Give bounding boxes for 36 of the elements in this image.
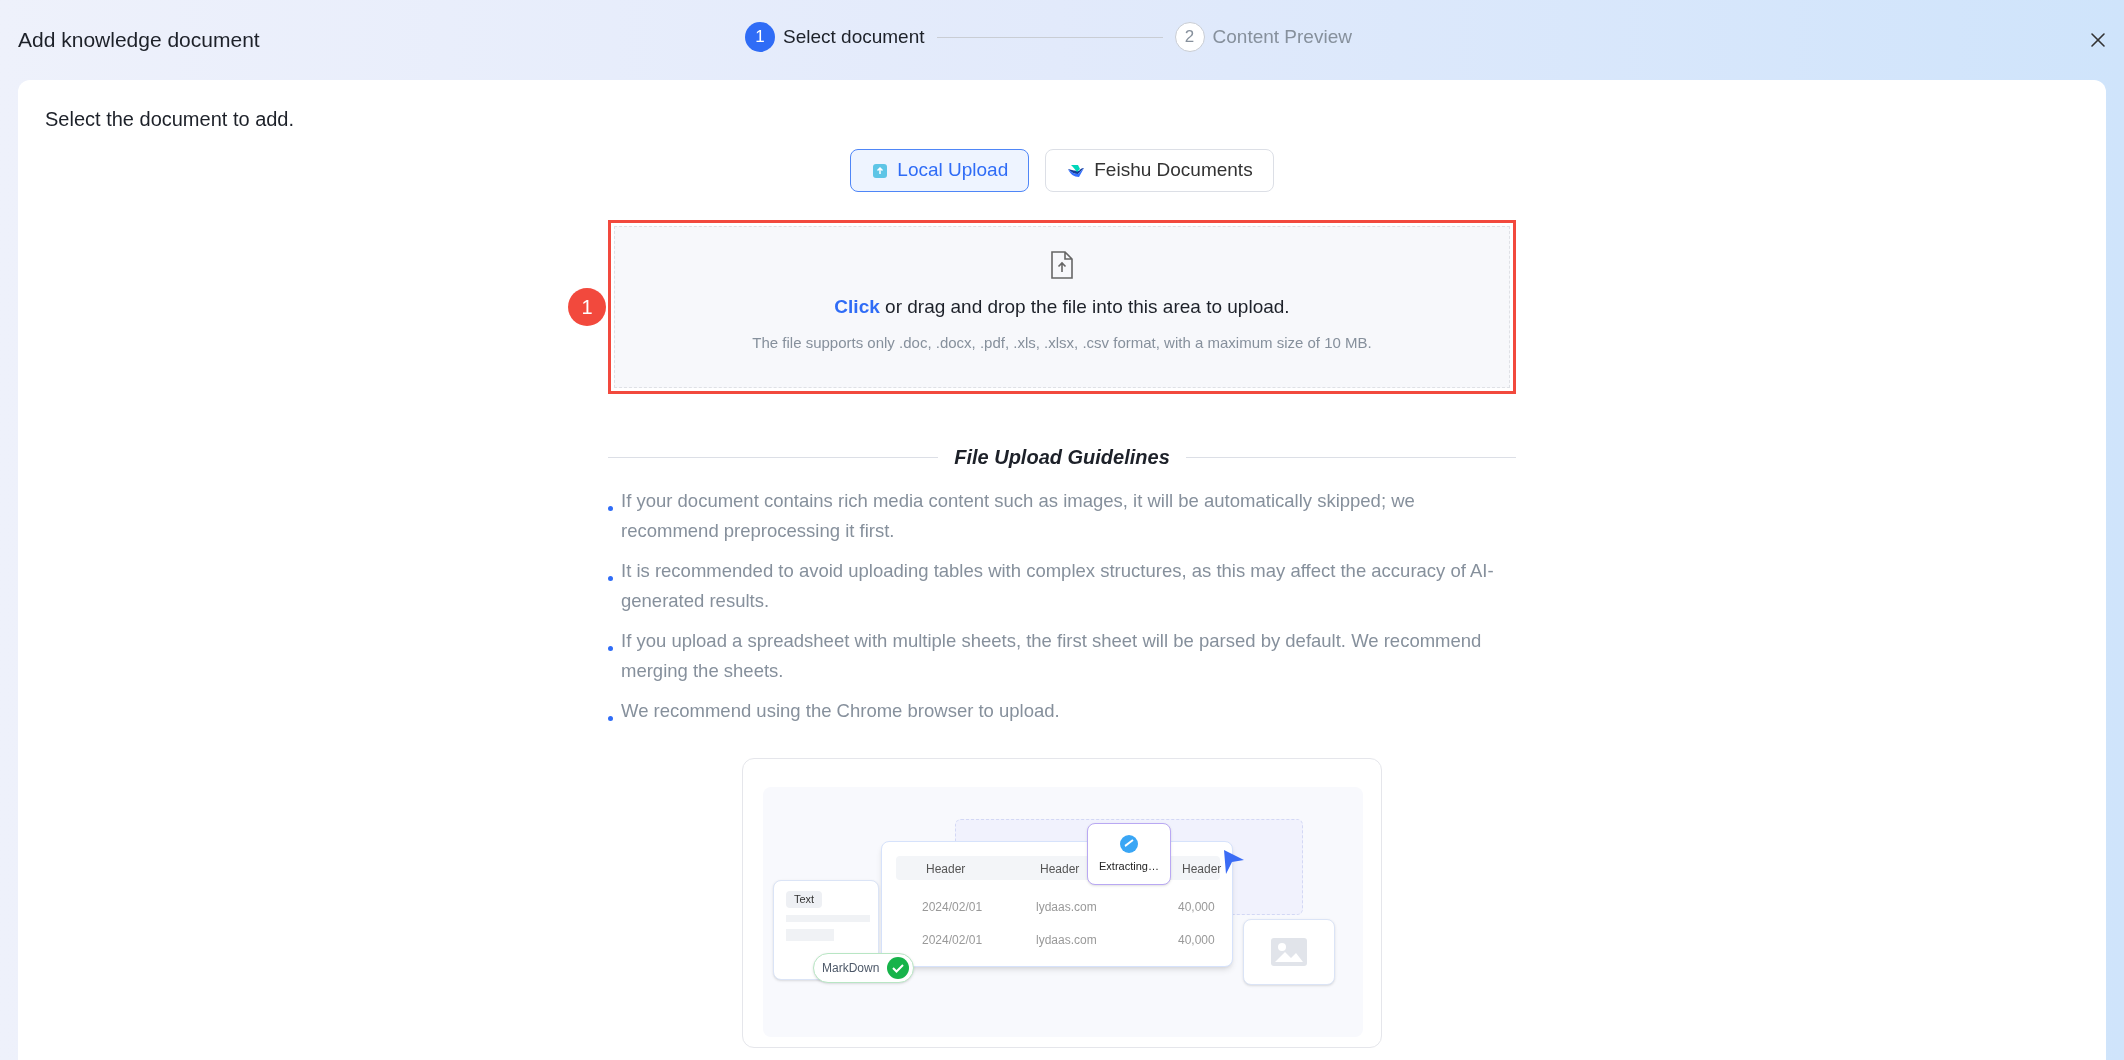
guideline-text: It is recommended to avoid uploading tables with complex structures, as this may affect the accuracy of AI-generated results. [621, 559, 1495, 613]
dialog-title: Add knowledge document [18, 27, 260, 54]
table-cell-text: lydaas.com [1036, 932, 1097, 949]
table-cell-text: 40,000 [1178, 932, 1215, 949]
step-label: Select document [783, 24, 925, 49]
guideline-text: We recommend using the Chrome browser to upload. [621, 699, 1060, 723]
table-cell-text: 40,000 [1178, 899, 1215, 916]
table-cell-text: 2024/02/01 [922, 899, 983, 916]
check-circle-icon [887, 957, 910, 979]
step-label: Content Preview [1212, 24, 1352, 49]
guideline-text: If your document contains rich media content such as images, it will be automatically skipped; we recommend preprocessing it first. [621, 489, 1416, 543]
step-number: 2 [1174, 22, 1205, 52]
source-tab[interactable]: Local Upload [850, 149, 1030, 192]
image-icon [1271, 938, 1307, 966]
file-upload-icon [1051, 251, 1073, 279]
guideline-text: If you upload a spreadsheet with multiple sheets, the first sheet will be parsed by default. We recommend merging the sheets. [621, 629, 1483, 683]
section-prompt: Select the document to add. [45, 108, 295, 130]
table-cell-text: lydaas.com [1036, 899, 1097, 916]
table-cell-text: 2024/02/01 [922, 932, 983, 949]
upload-hint: The file supports only .doc, .docx, .pdf, .xls, .xlsx, .csv format, with a maximum size of 10 MB. [752, 332, 1372, 353]
click-link[interactable]: Click [834, 296, 880, 317]
table-header: Header [1040, 861, 1080, 878]
upload-tile-icon [871, 161, 890, 180]
table-header: Header [1182, 861, 1222, 878]
spinner-logo-icon [1119, 833, 1139, 854]
source-tab[interactable]: Feishu Documents [1045, 149, 1274, 192]
annotation-badge: 1 [568, 288, 606, 326]
upload-dropzone[interactable]: Click or drag and drop the file into this area to upload. The file supports only .doc, .docx, .pdf, .xls, .xlsx, .csv format, with a maximum size of 10 MB. [614, 226, 1510, 388]
extracting-label: Extracting… [1099, 858, 1159, 874]
upload-instruction: Click or drag and drop the file into this area to upload. [834, 295, 1290, 319]
markdown-label: MarkDown [822, 960, 880, 977]
table-header: Header [926, 861, 966, 878]
pointer-icon [1223, 849, 1245, 875]
step-number: 1 [745, 22, 775, 52]
text-tag: Text [786, 891, 823, 908]
guidelines-title: File Upload Guidelines [954, 445, 1170, 470]
